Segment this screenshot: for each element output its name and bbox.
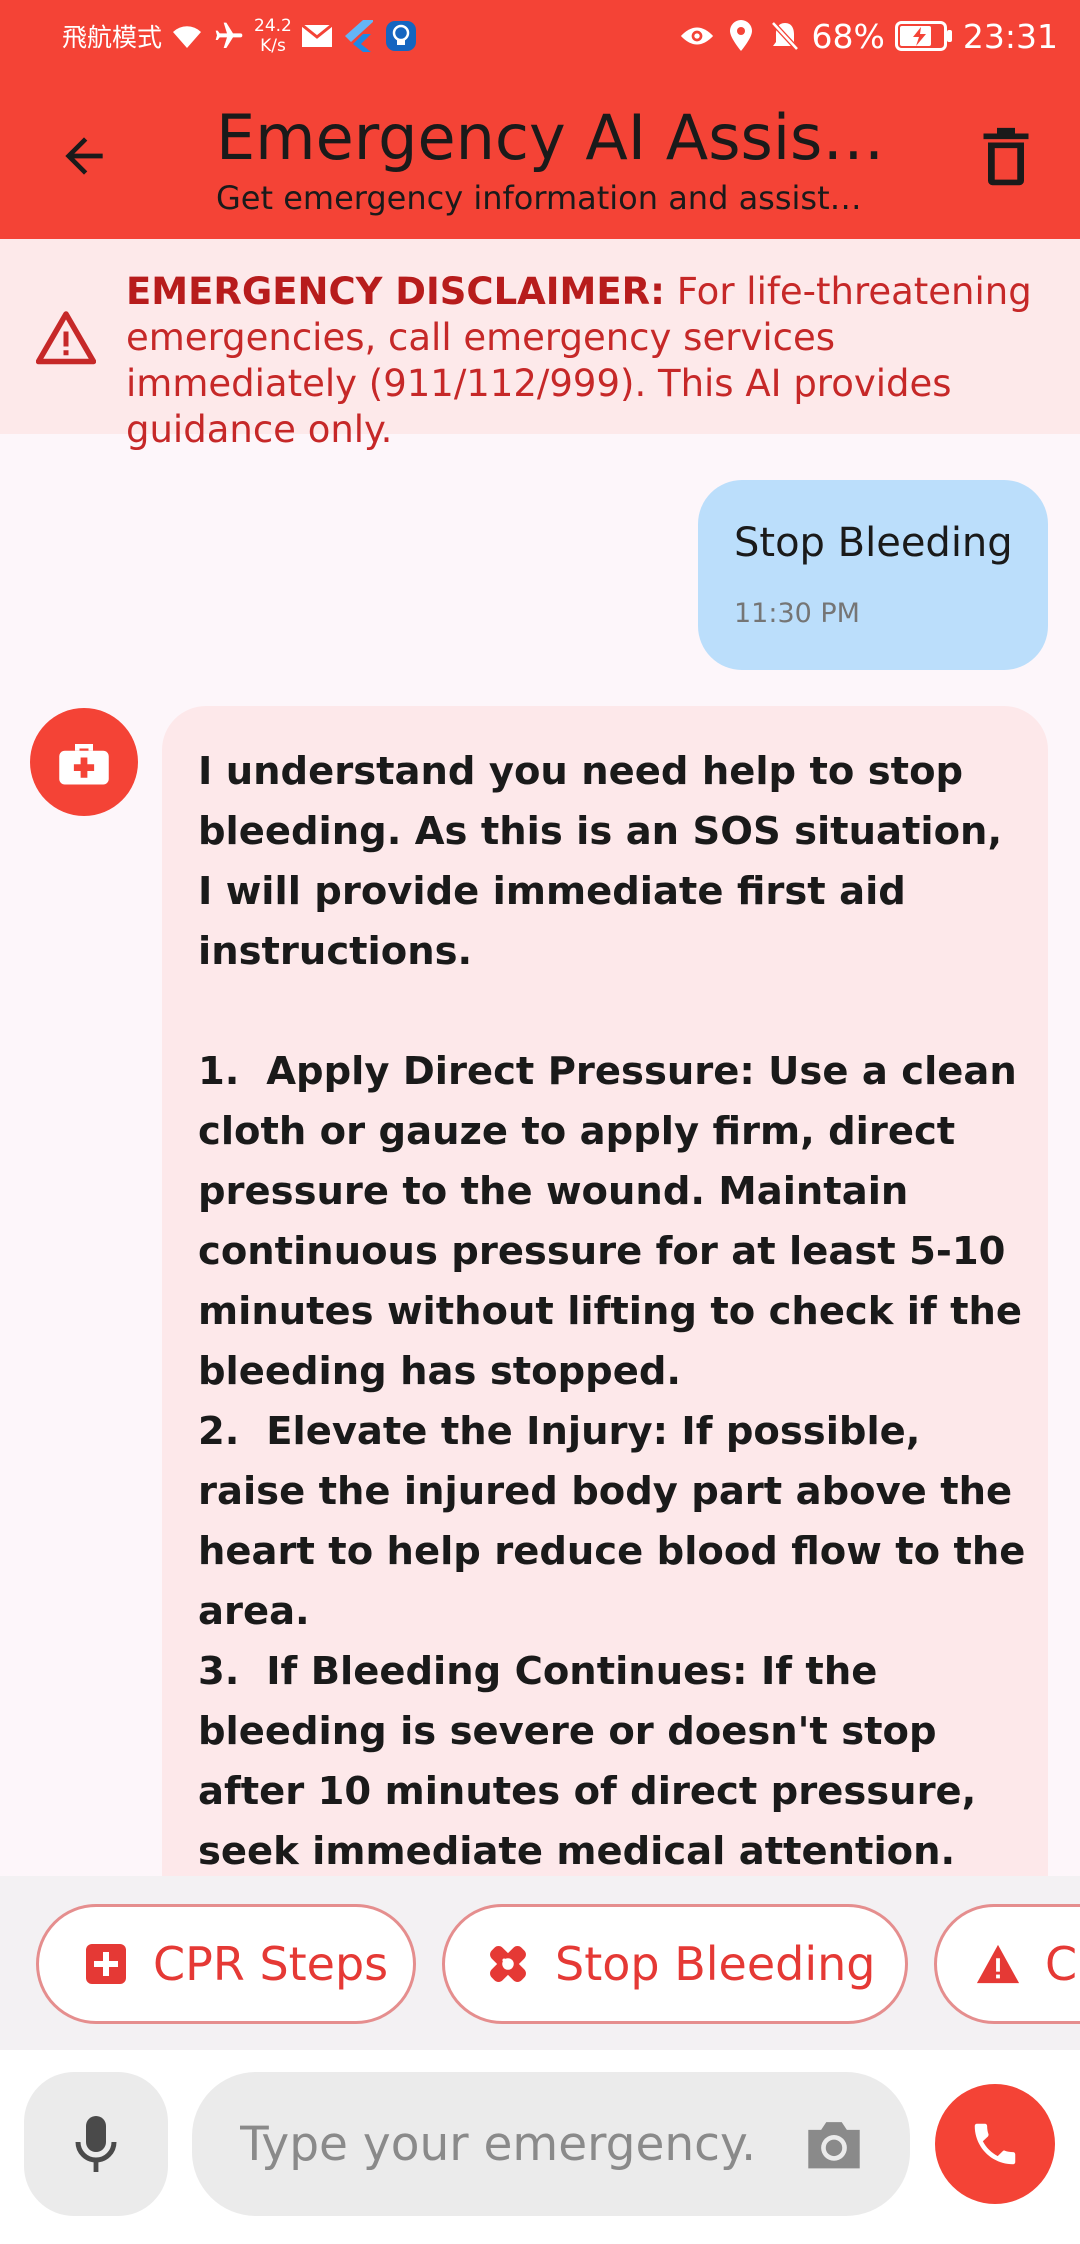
page-title: Emergency AI Assistant bbox=[216, 101, 896, 174]
bell-muted-icon bbox=[768, 19, 802, 53]
flutter-icon bbox=[342, 19, 376, 53]
quick-action-cpr-steps[interactable]: CPR Steps bbox=[36, 1904, 416, 2024]
eye-icon bbox=[680, 19, 714, 53]
airplane-icon bbox=[212, 19, 246, 53]
trash-icon bbox=[983, 127, 1029, 186]
assistant-avatar bbox=[30, 708, 138, 816]
assistant-message-bubble: I understand you need help to stop bleed… bbox=[162, 706, 1048, 1906]
user-message-time: 11:30 PM bbox=[734, 598, 860, 629]
back-button[interactable] bbox=[48, 120, 120, 192]
disclaimer-text: EMERGENCY DISCLAIMER: For life-threateni… bbox=[126, 269, 1046, 453]
mail-icon bbox=[300, 19, 334, 53]
medical-cross-icon bbox=[83, 1941, 129, 1987]
chip-label: C bbox=[1045, 1937, 1078, 1991]
message-input[interactable] bbox=[240, 2110, 760, 2178]
location-icon bbox=[724, 19, 758, 53]
app-bar: Emergency AI Assistant Get emergency inf… bbox=[0, 80, 1080, 239]
warning-icon bbox=[975, 1941, 1021, 1987]
chip-label: CPR Steps bbox=[153, 1937, 389, 1991]
disclaimer-heading: EMERGENCY DISCLAIMER: bbox=[126, 270, 665, 313]
airplane-mode-label: 飛航模式 bbox=[62, 23, 163, 52]
medical-kit-icon bbox=[59, 744, 109, 785]
page-subtitle: Get emergency information and assistance bbox=[216, 179, 876, 217]
clock: 23:31 bbox=[962, 16, 1058, 56]
voice-input-button[interactable] bbox=[24, 2072, 168, 2216]
quick-action-3[interactable]: C bbox=[934, 1904, 1080, 2024]
message-composer bbox=[0, 2050, 1080, 2244]
battery-percent: 68% bbox=[811, 16, 885, 56]
assistant-message-text: I understand you need help to stop bleed… bbox=[198, 749, 1026, 1906]
chip-label: Stop Bleeding bbox=[555, 1937, 876, 1991]
back-arrow-icon bbox=[65, 137, 103, 175]
bulb-app-icon bbox=[384, 19, 418, 53]
quick-actions-bar[interactable]: CPR Steps Stop Bleeding C bbox=[0, 1876, 1080, 2050]
user-message-text: Stop Bleeding bbox=[734, 520, 1013, 566]
net-speed-unit: K/s bbox=[260, 36, 286, 56]
battery-charging-icon bbox=[894, 19, 953, 53]
status-bar: 飛航模式 24.2 K/s 68% 23:31 bbox=[0, 0, 1080, 75]
phone-icon bbox=[974, 2123, 1016, 2165]
quick-action-stop-bleeding[interactable]: Stop Bleeding bbox=[442, 1904, 908, 2024]
camera-button[interactable] bbox=[802, 2112, 866, 2176]
emergency-call-button[interactable] bbox=[935, 2084, 1055, 2204]
clear-chat-button[interactable] bbox=[970, 120, 1042, 192]
emergency-disclaimer-banner: EMERGENCY DISCLAIMER: For life-threateni… bbox=[0, 239, 1080, 451]
microphone-icon bbox=[75, 2116, 117, 2172]
message-field[interactable] bbox=[192, 2072, 910, 2216]
net-speed-value: 24.2 bbox=[254, 16, 292, 36]
camera-icon bbox=[808, 2122, 860, 2169]
user-message-bubble: Stop Bleeding 11:30 PM bbox=[698, 480, 1048, 670]
warning-icon bbox=[36, 311, 96, 365]
network-speed: 24.2 K/s bbox=[254, 16, 292, 56]
header: 飛航模式 24.2 K/s 68% 23:31 Emergency AI Ass… bbox=[0, 0, 1080, 239]
bandage-icon bbox=[485, 1941, 531, 1987]
wifi-icon bbox=[170, 19, 204, 53]
